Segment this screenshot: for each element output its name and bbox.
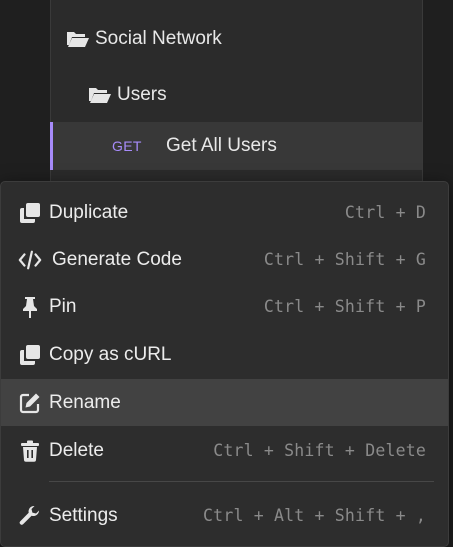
menu-item-label: Generate Code: [52, 248, 182, 270]
menu-item-shortcut: Ctrl + Shift + Delete: [213, 441, 426, 460]
request-method-badge: GET: [112, 138, 142, 154]
menu-item-delete[interactable]: Delete Ctrl + Shift + Delete: [1, 427, 448, 474]
active-indicator: [50, 122, 53, 170]
menu-divider: [49, 481, 434, 482]
tree-folder-users[interactable]: Users: [51, 72, 422, 118]
code-icon: [18, 248, 42, 272]
menu-item-copy-as-curl[interactable]: Copy as cURL: [1, 331, 448, 378]
tree-folder-social-network[interactable]: Social Network: [51, 16, 422, 62]
wrench-icon: [18, 504, 42, 528]
menu-item-label: Pin: [49, 295, 77, 317]
menu-item-shortcut: Ctrl + Shift + P: [263, 297, 426, 316]
menu-item-label: Settings: [49, 504, 118, 526]
menu-item-rename[interactable]: Rename: [1, 379, 448, 426]
menu-item-shortcut: Ctrl + Alt + Shift + ,: [203, 506, 426, 525]
folder-open-icon: [66, 29, 90, 49]
folder-open-icon: [88, 85, 112, 105]
menu-item-generate-code[interactable]: Generate Code Ctrl + Shift + G: [1, 236, 448, 283]
menu-item-label: Delete: [49, 439, 104, 461]
menu-item-label: Copy as cURL: [49, 343, 172, 365]
tree-request-get-all-users[interactable]: GET Get All Users: [50, 122, 422, 170]
menu-item-label: Duplicate: [49, 201, 129, 223]
tree-folder-label: Social Network: [95, 28, 222, 49]
menu-item-label: Rename: [49, 391, 121, 413]
menu-item-settings[interactable]: Settings Ctrl + Alt + Shift + ,: [1, 492, 448, 539]
menu-item-duplicate[interactable]: Duplicate Ctrl + D: [1, 189, 448, 236]
edit-icon: [18, 391, 42, 415]
menu-item-shortcut: Ctrl + Shift + G: [263, 250, 426, 269]
menu-item-shortcut: Ctrl + D: [344, 203, 426, 222]
menu-item-pin[interactable]: Pin Ctrl + Shift + P: [1, 283, 448, 330]
pin-icon: [18, 295, 42, 319]
context-menu: Duplicate Ctrl + D Generate Code Ctrl + …: [0, 181, 449, 547]
duplicate-icon: [18, 201, 42, 225]
tree-folder-label: Users: [117, 84, 167, 105]
request-name: Get All Users: [166, 135, 277, 156]
copy-icon: [18, 343, 42, 367]
trash-icon: [18, 439, 42, 463]
